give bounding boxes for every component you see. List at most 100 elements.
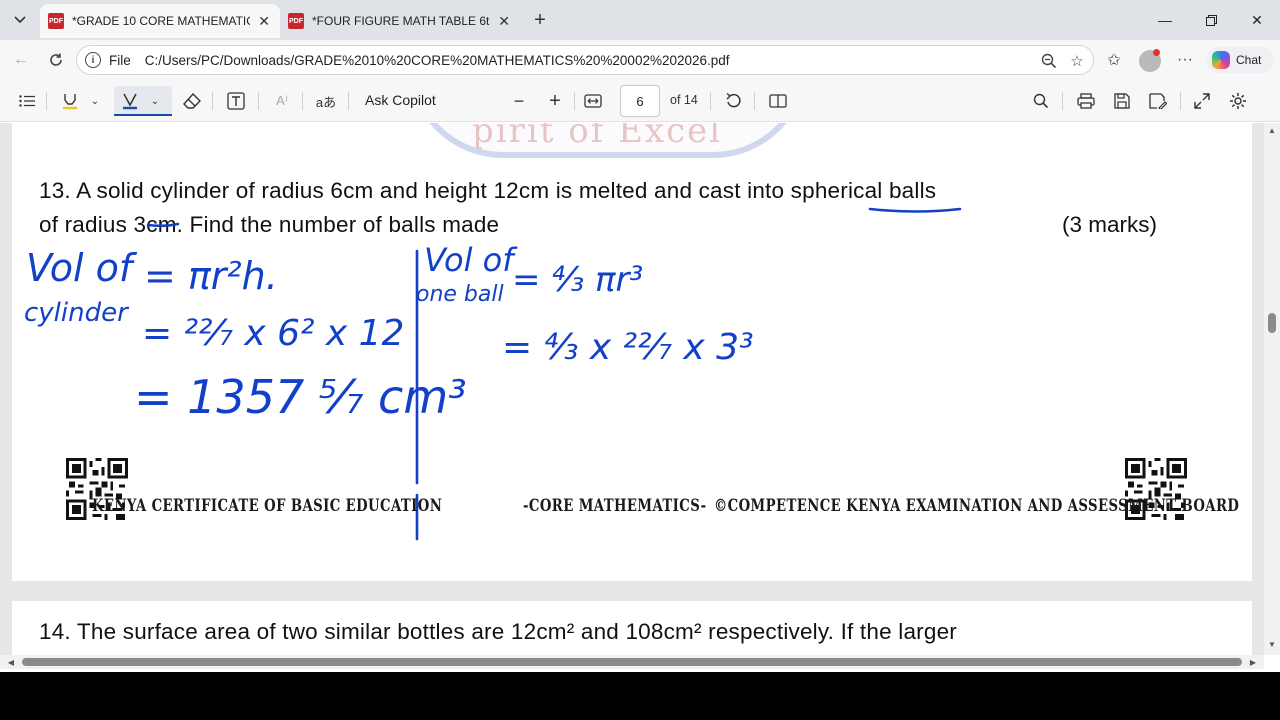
browser-window: PDF *GRADE 10 CORE MATHEMATICS CBE ✕ PDF…	[0, 0, 1280, 672]
tab-title: *GRADE 10 CORE MATHEMATICS CBE	[72, 14, 250, 28]
ink-vol-cylinder-substituted: = ²²⁄₇ x 6² x 12	[142, 313, 404, 354]
refresh-icon	[50, 53, 62, 66]
zoom-icon[interactable]	[1039, 51, 1059, 71]
ink-vol-ball-label-1: Vol of	[424, 241, 518, 279]
footer-exam-board: ©COMPETENCE KENYA EXAMINATION AND ASSESS…	[714, 496, 1240, 516]
highlight-button[interactable]	[58, 89, 82, 113]
back-button[interactable]: ←	[8, 48, 34, 72]
restore-button[interactable]	[1188, 6, 1234, 34]
pdf-viewport[interactable]: pirit of Excel 13. A solid cylinder of r…	[0, 123, 1264, 655]
pdf-toolbar: ⌄ ⌄ A⁾ aあ Ask Copilot − + 6 of 14	[0, 80, 1280, 122]
tab-actions-menu-button[interactable]	[6, 6, 34, 34]
close-icon[interactable]: ✕	[256, 13, 272, 30]
favorite-star-icon[interactable]: ☆	[1067, 51, 1087, 71]
settings-menu-button[interactable]: ···	[1172, 48, 1198, 72]
pdf-page-7: 14. The surface area of two similar bott…	[12, 601, 1252, 655]
page-count: of 14	[670, 93, 698, 107]
ask-copilot-button[interactable]: Ask Copilot	[365, 92, 436, 108]
highlighter-icon	[63, 94, 77, 110]
plus-icon: +	[549, 89, 561, 112]
restore-icon	[1205, 14, 1217, 26]
pdf-icon: PDF	[48, 13, 64, 29]
fullscreen-button[interactable]	[1190, 89, 1214, 113]
vertical-scrollbar[interactable]: ▲ ▼	[1264, 123, 1280, 655]
two-page-icon	[769, 94, 787, 108]
new-tab-button[interactable]: +	[528, 8, 552, 32]
pdf-settings-button[interactable]	[1226, 89, 1250, 113]
more-icon: ···	[1177, 51, 1193, 68]
back-arrow-icon: ←	[13, 51, 29, 68]
navigation-bar: ← i File C:/Users/PC/Downloads/GRADE%201…	[0, 40, 1280, 80]
zoom-out-button[interactable]: −	[508, 89, 530, 113]
favorites-button[interactable]: ✩	[1101, 48, 1127, 72]
minus-icon: −	[513, 90, 525, 111]
translate-icon: aあ	[315, 94, 337, 110]
question-13-line-1: 13. A solid cylinder of radius 6cm and h…	[39, 178, 937, 203]
ink-vol-cylinder-label-2: cylinder	[24, 298, 130, 328]
tab-title: *FOUR FIGURE MATH TABLE 6th Ed	[312, 14, 490, 28]
draw-active-underline	[114, 114, 172, 116]
draw-options[interactable]: ⌄	[148, 89, 162, 113]
address-bar[interactable]: i File C:/Users/PC/Downloads/GRADE%2010%…	[76, 45, 1094, 75]
copilot-chat-button[interactable]: Chat	[1206, 47, 1274, 73]
save-button[interactable]	[1110, 89, 1134, 113]
find-button[interactable]	[1030, 89, 1052, 113]
pdf-icon: PDF	[288, 13, 304, 29]
url-scheme: File	[109, 52, 131, 68]
search-icon	[1033, 93, 1049, 109]
favorites-icon: ✩	[1107, 52, 1121, 69]
underline-spherical	[868, 207, 962, 213]
fit-width-button[interactable]	[582, 89, 604, 113]
highlight-options[interactable]: ⌄	[88, 89, 102, 113]
chevron-down-icon: ⌄	[150, 95, 160, 107]
tab-grade10-core-math[interactable]: PDF *GRADE 10 CORE MATHEMATICS CBE ✕	[40, 4, 280, 38]
ink-vol-ball-formula: = ⁴⁄₃ πr³	[512, 260, 643, 300]
translate-button[interactable]: aあ	[314, 89, 338, 113]
page-view-button[interactable]	[766, 89, 790, 113]
scroll-up-arrow-icon[interactable]: ▲	[1264, 123, 1280, 137]
notification-dot	[1153, 49, 1160, 56]
add-text-button[interactable]	[224, 89, 248, 113]
refresh-button[interactable]	[43, 48, 69, 72]
save-as-button[interactable]	[1146, 89, 1170, 113]
scroll-down-arrow-icon[interactable]: ▼	[1264, 637, 1280, 651]
question-14-line-1: 14. The surface area of two similar bott…	[39, 619, 957, 644]
read-aloud-button[interactable]: A⁾	[270, 89, 294, 113]
footer-kcbe: KENYA CERTIFICATE OF BASIC EDUCATION	[92, 496, 443, 516]
read-aloud-icon: A⁾	[276, 93, 288, 108]
tab-strip: PDF *GRADE 10 CORE MATHEMATICS CBE ✕ PDF…	[0, 0, 1280, 40]
horizontal-scrollbar[interactable]: ◀ ▶	[0, 655, 1264, 669]
footer-core-mathematics: -CORE MATHEMATICS-	[523, 496, 707, 516]
chevron-down-icon: ⌄	[90, 95, 100, 107]
zoom-in-button[interactable]: +	[544, 89, 566, 113]
contents-button[interactable]	[16, 89, 38, 113]
horizontal-scroll-thumb[interactable]	[22, 658, 1242, 666]
eraser-icon	[183, 93, 201, 109]
pdf-page-6: pirit of Excel 13. A solid cylinder of r…	[12, 123, 1252, 581]
question-13-line-2: of radius 3cm. Find the number of balls …	[39, 212, 500, 237]
save-icon	[1114, 93, 1130, 109]
erase-button[interactable]	[180, 89, 204, 113]
scroll-right-arrow-icon[interactable]: ▶	[1246, 655, 1260, 669]
copilot-icon	[1212, 51, 1230, 69]
ink-vol-cylinder-result: = 1357 ⁵⁄₇ cm³	[134, 370, 467, 424]
tab-four-figure-table[interactable]: PDF *FOUR FIGURE MATH TABLE 6th Ed ✕	[280, 4, 520, 38]
print-icon	[1077, 93, 1095, 109]
ink-vol-cylinder-formula: = πr²h.	[144, 254, 278, 298]
minimize-button[interactable]: —	[1142, 6, 1188, 34]
close-icon[interactable]: ✕	[496, 13, 512, 30]
vertical-scroll-thumb[interactable]	[1268, 313, 1276, 333]
page-number-input[interactable]: 6	[620, 85, 660, 117]
rotate-icon	[726, 92, 741, 108]
list-icon	[19, 95, 35, 107]
exam-board-watermark: pirit of Excel	[408, 123, 808, 158]
url-text[interactable]: C:/Users/PC/Downloads/GRADE%2010%20CORE%…	[145, 53, 730, 68]
rotate-button[interactable]	[722, 89, 744, 113]
draw-button[interactable]	[118, 89, 142, 113]
scroll-left-arrow-icon[interactable]: ◀	[4, 655, 18, 669]
print-button[interactable]	[1074, 89, 1098, 113]
ink-vol-cylinder-label-1: Vol of	[26, 246, 138, 290]
info-icon[interactable]: i	[85, 52, 101, 68]
expand-icon	[1194, 93, 1210, 109]
close-window-button[interactable]: ✕	[1234, 6, 1280, 34]
